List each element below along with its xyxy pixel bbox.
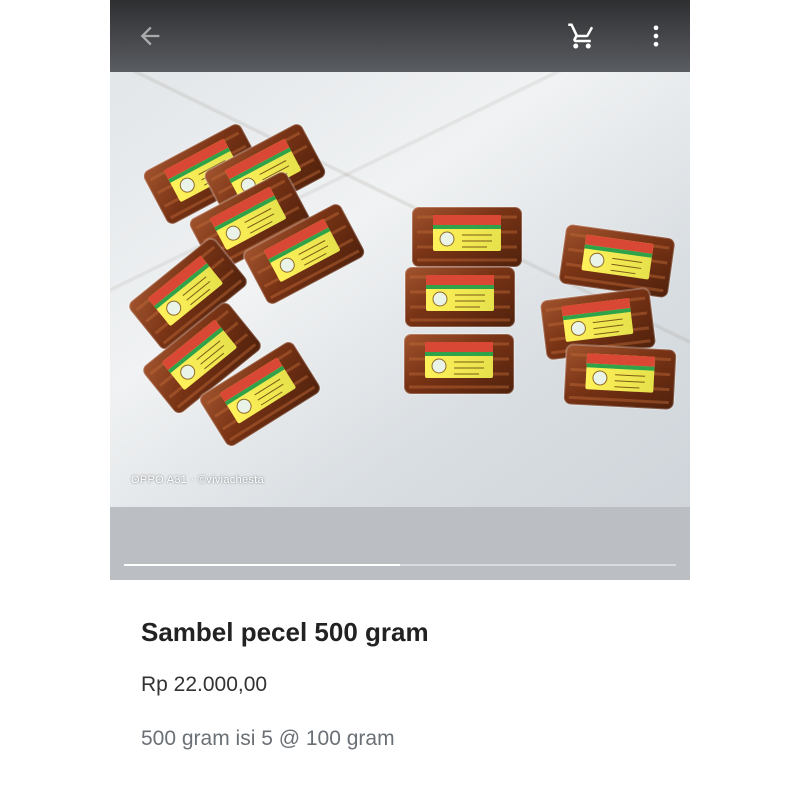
cart-button[interactable] — [564, 18, 600, 54]
shopping-cart-icon — [568, 23, 594, 49]
product-title: Sambel pecel 500 gram — [141, 617, 429, 647]
product-description: 500 gram isi 5 @ 100 gram — [141, 727, 395, 750]
product-details: Sambel pecel 500 gram Rp 22.000,00 500 g… — [141, 612, 761, 755]
app-toolbar — [110, 0, 690, 72]
more-options-button[interactable] — [638, 18, 674, 54]
product-screen: OPPO A31 · ©viviachesta — [110, 0, 690, 580]
image-watermark: OPPO A31 · ©viviachesta — [131, 474, 265, 486]
back-button[interactable] — [132, 18, 168, 54]
gallery-progress-fill — [124, 564, 400, 566]
more-vert-icon — [653, 25, 659, 47]
product-image[interactable]: OPPO A31 · ©viviachesta — [110, 72, 690, 507]
gallery-progress-track[interactable] — [124, 564, 676, 566]
product-price: Rp 22.000,00 — [141, 673, 268, 696]
arrow-left-icon — [140, 26, 160, 46]
sambal-pecel-packages-illustration — [124, 120, 678, 451]
gallery-footer — [110, 507, 690, 580]
